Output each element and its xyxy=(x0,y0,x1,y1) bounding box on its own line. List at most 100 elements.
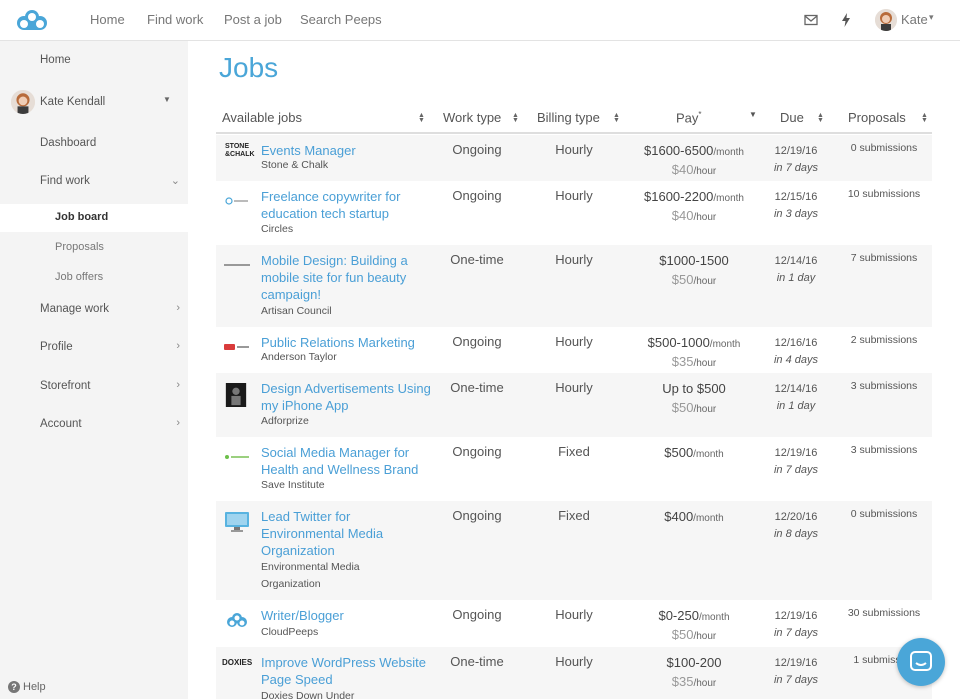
chevron-down-icon: ⌄ xyxy=(170,175,180,187)
table-row[interactable]: Social Media Manager for Health and Well… xyxy=(216,437,932,501)
sidebar-profile-name[interactable]: Kate Kendall xyxy=(40,96,105,108)
column-header-available-jobs[interactable]: Available jobs xyxy=(222,110,302,125)
job-title-link[interactable]: Lead Twitter for Environmental Media Org… xyxy=(261,508,431,559)
company-logo xyxy=(224,383,250,407)
due-cell: 12/19/16 in 7 days xyxy=(761,655,831,689)
table-row[interactable]: DOXIES Improve WordPress Website Page Sp… xyxy=(216,647,932,699)
sort-icon[interactable]: ▲ ▼ xyxy=(817,112,824,124)
company-logo: STONE &CHALK xyxy=(225,143,255,158)
job-title-link[interactable]: Social Media Manager for Health and Well… xyxy=(261,444,431,478)
work-type: One-time xyxy=(450,380,504,395)
table-row[interactable]: Design Advertisements Using my iPhone Ap… xyxy=(216,373,932,437)
chat-launcher-button[interactable] xyxy=(897,638,945,686)
column-header-proposals[interactable]: Proposals xyxy=(848,110,906,125)
job-title-link[interactable]: Improve WordPress Website Page Speed xyxy=(261,654,431,688)
column-header-billing-type[interactable]: Billing type xyxy=(537,110,600,125)
sort-icon[interactable]: ▲ ▼ xyxy=(512,112,519,124)
work-type: One-time xyxy=(450,654,504,669)
due-cell: 12/16/16 in 4 days xyxy=(761,335,831,369)
table-header: Available jobs ▲ ▼ Work type ▲ ▼ Billing t… xyxy=(216,104,932,134)
caret-down-icon[interactable]: ▼ xyxy=(163,95,171,104)
sidebar: Home Kate Kendall ▼ Dashboard Find work … xyxy=(0,41,188,699)
column-header-due[interactable]: Due xyxy=(780,110,804,125)
sidebar-avatar[interactable] xyxy=(11,90,35,114)
pay-unit: /month xyxy=(693,513,724,524)
chevron-right-icon: › xyxy=(176,302,180,314)
sort-icon[interactable]: ▲ ▼ xyxy=(418,112,425,124)
due-date: 12/14/16 xyxy=(774,383,818,395)
pay-unit: /month xyxy=(709,339,741,350)
company-name: Circles xyxy=(261,223,294,235)
nav-post-job-link[interactable]: Post a job xyxy=(224,12,282,27)
sidebar-item-label: Storefront xyxy=(40,380,91,392)
due-date: 12/19/16 xyxy=(774,145,818,157)
table-row[interactable]: Public Relations Marketing Anderson Tayl… xyxy=(216,327,932,373)
column-header-work-type[interactable]: Work type xyxy=(443,110,501,125)
nav-search-peeps-link[interactable]: Search Peeps xyxy=(300,12,382,27)
column-header-pay[interactable]: Pay* xyxy=(676,110,702,125)
pay-amount: $1000-1500 xyxy=(659,253,729,268)
help-icon: ? xyxy=(8,681,20,693)
pay-amount: $500-1000 xyxy=(647,335,710,350)
company-logo xyxy=(224,255,250,275)
job-title-link[interactable]: Freelance copywriter for education tech … xyxy=(261,188,431,222)
sidebar-item-find-work[interactable]: Find work ⌄ xyxy=(0,168,188,198)
avatar[interactable] xyxy=(875,9,897,31)
proposals-count: 3 submissions xyxy=(850,380,918,392)
cloudpeeps-logo-icon[interactable] xyxy=(15,6,49,34)
sidebar-item-account[interactable]: Account › xyxy=(0,411,188,441)
sidebar-subitem-job-board[interactable]: Job board xyxy=(0,204,188,232)
table-row[interactable]: Lead Twitter for Environmental Media Org… xyxy=(216,501,932,600)
table-row[interactable]: Mobile Design: Building a mobile site fo… xyxy=(216,245,932,327)
due-cell: 12/19/16 in 7 days xyxy=(761,445,831,479)
caret-down-icon[interactable]: ▾ xyxy=(929,12,934,23)
due-relative: in 4 days xyxy=(773,354,819,366)
table-row[interactable]: Writer/Blogger CloudPeeps Ongoing Hourly… xyxy=(216,600,932,647)
pay-cell: $500-1000/month $35/hour xyxy=(624,334,764,372)
table-row[interactable]: STONE &CHALK Events Manager Stone & Chalk… xyxy=(216,135,932,181)
sidebar-item-dashboard[interactable]: Dashboard xyxy=(0,130,188,160)
sort-icon[interactable]: ▲ ▼ xyxy=(921,112,928,124)
company-name: Artisan Council xyxy=(261,305,332,317)
nav-find-work-link[interactable]: Find work xyxy=(147,12,203,27)
due-relative: in 7 days xyxy=(773,162,819,174)
pay-amount: $500 xyxy=(664,445,694,460)
rate-unit: /hour xyxy=(693,358,717,369)
mail-icon[interactable] xyxy=(803,12,819,28)
company-name: Adforprize xyxy=(261,415,309,427)
sidebar-item-profile[interactable]: Profile › xyxy=(0,334,188,364)
sidebar-item-home[interactable]: Home xyxy=(0,47,188,77)
company-logo xyxy=(224,337,250,357)
due-cell: 12/19/16 in 7 days xyxy=(761,143,831,177)
due-date: 12/16/16 xyxy=(774,337,818,349)
hourly-rate: $35 xyxy=(671,674,694,689)
job-title-link[interactable]: Design Advertisements Using my iPhone Ap… xyxy=(261,380,431,414)
pay-cell: $1000-1500 $50/hour xyxy=(624,252,764,290)
work-type: Ongoing xyxy=(452,334,502,349)
job-title-link[interactable]: Mobile Design: Building a mobile site fo… xyxy=(261,252,431,303)
sidebar-item-manage-work[interactable]: Manage work › xyxy=(0,296,188,326)
pay-cell: $100-200 $35/hour xyxy=(624,654,764,692)
due-date: 12/19/16 xyxy=(774,447,818,459)
proposals-count: 10 submissions xyxy=(847,188,921,200)
due-date: 12/19/16 xyxy=(774,610,818,622)
sidebar-subitem-label: Proposals xyxy=(55,241,104,253)
sidebar-subitem-proposals[interactable]: Proposals xyxy=(0,234,188,262)
nav-home-link[interactable]: Home xyxy=(90,12,125,27)
work-type: Ongoing xyxy=(452,444,502,459)
table-row[interactable]: Freelance copywriter for education tech … xyxy=(216,181,932,245)
help-link[interactable]: ? Help xyxy=(8,681,46,693)
due-cell: 12/15/16 in 3 days xyxy=(761,189,831,223)
sidebar-subitem-job-offers[interactable]: Job offers xyxy=(0,264,188,292)
help-label: Help xyxy=(23,681,46,693)
sidebar-item-storefront[interactable]: Storefront › xyxy=(0,373,188,403)
sort-desc-icon[interactable]: ▼ xyxy=(749,110,757,119)
pay-unit: /month xyxy=(698,612,730,623)
pay-cell: $400/month xyxy=(624,508,764,527)
due-cell: 12/20/16 in 8 days xyxy=(761,509,831,543)
user-name[interactable]: Kate xyxy=(901,12,928,27)
job-title-link[interactable]: Writer/Blogger xyxy=(261,607,431,624)
billing-type: Hourly xyxy=(555,334,593,349)
lightning-icon[interactable] xyxy=(838,12,854,28)
sort-icon[interactable]: ▲ ▼ xyxy=(613,112,620,124)
